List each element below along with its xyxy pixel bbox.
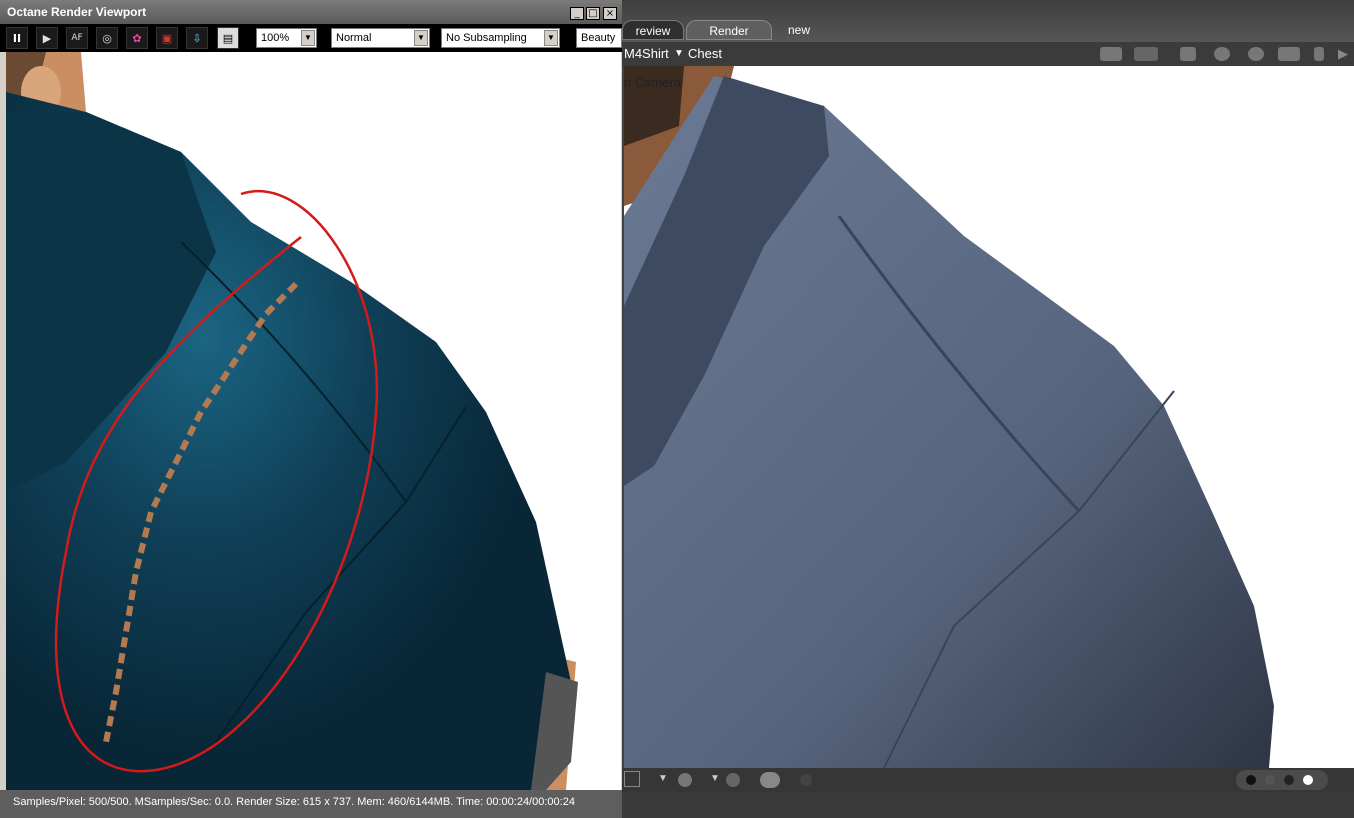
layout-dot-2[interactable] — [1265, 775, 1275, 785]
camera-lens-icon[interactable]: ◎ — [96, 27, 118, 49]
octane-render-image[interactable] — [6, 52, 621, 790]
octane-render-window: Octane Render Viewport _ □ × II ▶ AF ◎ ✿… — [0, 0, 622, 818]
export-icon[interactable]: ⇩ — [186, 27, 208, 49]
camera-label: n Camera — [624, 75, 682, 90]
chevron-down-icon[interactable]: ▼ — [414, 30, 428, 46]
pan-icon[interactable] — [1278, 47, 1300, 61]
octane-statusbar: Samples/Pixel: 500/500. MSamples/Sec: 0.… — [0, 790, 622, 818]
zoom-select[interactable]: 100% ▼ — [256, 28, 317, 48]
chevron-down-icon[interactable]: ▼ — [658, 773, 668, 784]
render-stats: Samples/Pixel: 500/500. MSamples/Sec: 0.… — [13, 796, 575, 808]
subsampling-select[interactable]: No Subsampling ▼ — [441, 28, 560, 48]
daz-viewport-image[interactable]: n Camera — [624, 66, 1354, 768]
daz-viewport-panel: review Render new M4Shirt ▼ Chest ▶ n Ca… — [622, 0, 1354, 818]
figure-selector[interactable]: M4Shirt — [624, 46, 669, 61]
subsampling-value: No Subsampling — [446, 32, 527, 44]
chevron-down-icon[interactable]: ▼ — [674, 48, 684, 59]
tab-new[interactable]: new — [774, 20, 824, 40]
sphere-icon[interactable] — [726, 773, 740, 787]
orbit-icon[interactable] — [1214, 47, 1230, 61]
play-icon[interactable]: ▶ — [36, 27, 58, 49]
daz-viewport-bottombar: ▼ ▼ — [622, 768, 1354, 792]
light-icon[interactable] — [678, 773, 692, 787]
octane-toolbar: II ▶ AF ◎ ✿ ▣ ⇩ ▤ 100% ▼ Normal ▼ No Sub… — [0, 24, 622, 52]
node-selector[interactable]: Chest — [688, 46, 722, 61]
tonemap-select[interactable]: Normal ▼ — [331, 28, 430, 48]
tab-render[interactable]: Render — [686, 20, 772, 40]
sphere-dim-icon[interactable] — [800, 774, 812, 786]
chevron-down-icon[interactable]: ▼ — [544, 30, 558, 46]
daz-scene-bar: M4Shirt ▼ Chest ▶ — [622, 42, 1354, 66]
draw-style-icon[interactable] — [624, 771, 640, 787]
render-image-svg — [6, 52, 621, 790]
camera-select-icon[interactable] — [1100, 47, 1122, 61]
render-pass-value: Beauty — [581, 32, 616, 44]
color-picker-icon[interactable]: ✿ — [126, 27, 148, 49]
tab-preview[interactable]: review — [622, 20, 684, 40]
focus-icon[interactable] — [1180, 47, 1196, 61]
daz-footer — [622, 792, 1354, 818]
arrow-right-icon[interactable]: ▶ — [1338, 46, 1348, 62]
frame-icon[interactable] — [1134, 47, 1158, 61]
render-pass-select[interactable]: Beauty — [576, 28, 622, 48]
dolly-icon[interactable] — [1314, 47, 1324, 61]
zoom-value: 100% — [261, 32, 290, 44]
tonemap-value: Normal — [336, 32, 372, 44]
autofocus-icon[interactable]: AF — [66, 27, 88, 49]
spheres-icon[interactable] — [760, 772, 780, 788]
layout-dot-3[interactable] — [1284, 775, 1294, 785]
region-render-icon[interactable]: ▣ — [156, 27, 178, 49]
pause-icon[interactable]: II — [6, 27, 28, 49]
chevron-down-icon[interactable]: ▼ — [301, 30, 315, 46]
layout-dot-4[interactable] — [1303, 775, 1313, 785]
minimize-icon[interactable]: _ — [570, 7, 584, 20]
chevron-down-icon[interactable]: ▼ — [710, 773, 720, 784]
layout-dot-1[interactable] — [1246, 775, 1256, 785]
rotate-icon[interactable] — [1248, 47, 1264, 61]
viewport-image-svg: n Camera — [624, 66, 1354, 768]
maximize-icon[interactable]: □ — [586, 7, 600, 20]
octane-titlebar[interactable]: Octane Render Viewport _ □ × — [0, 0, 622, 24]
document-icon[interactable]: ▤ — [217, 27, 239, 49]
close-icon[interactable]: × — [603, 7, 617, 20]
window-title: Octane Render Viewport — [7, 5, 147, 19]
view-layout-dots — [1236, 770, 1328, 790]
daz-tab-bar: review Render new — [622, 0, 1354, 42]
